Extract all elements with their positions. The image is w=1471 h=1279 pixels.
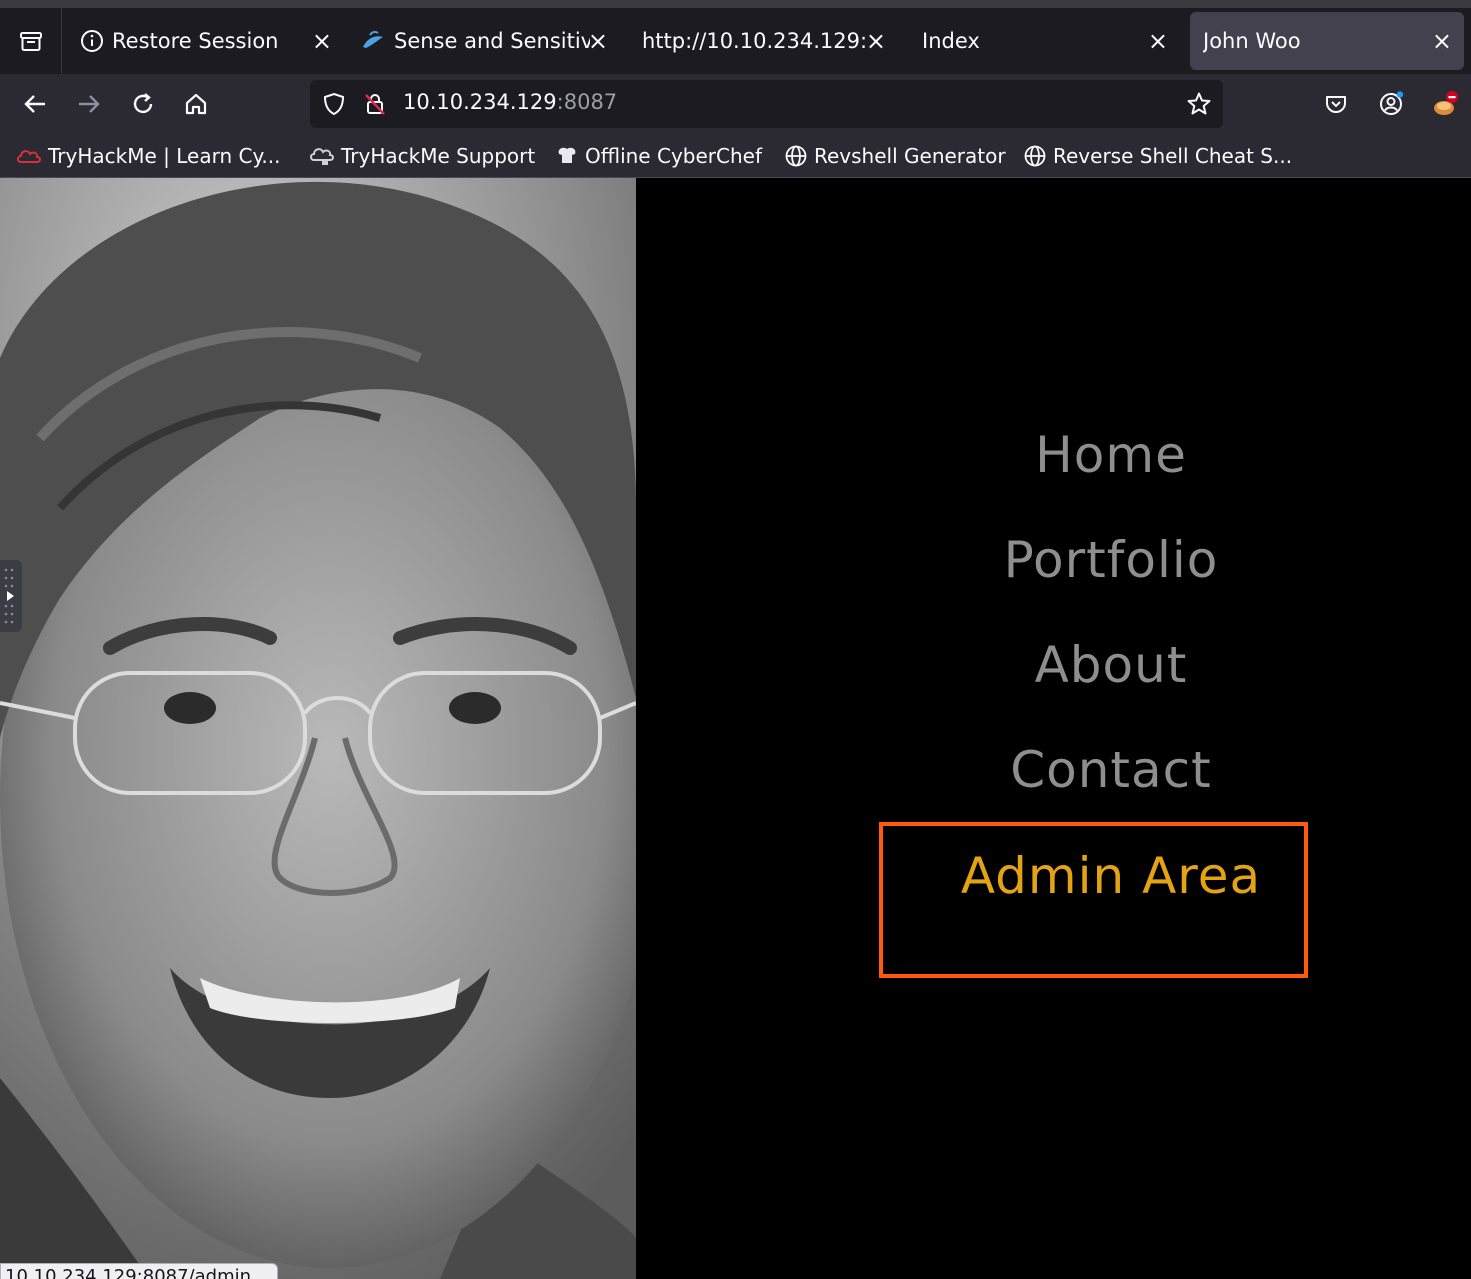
menu-item-portfolio[interactable]: Portfolio [636,531,1471,589]
bookmark-offline-cyberchef[interactable]: Offline CyberChef [555,141,762,171]
url-text[interactable]: 10.10.234.129:8087 [403,90,617,114]
account-button[interactable] [1375,88,1407,120]
menu-item-home[interactable]: Home [636,426,1471,484]
close-tab-icon[interactable]: × [312,29,332,53]
reload-icon [133,93,153,114]
extension-button[interactable] [1430,88,1462,120]
bookmark-label: TryHackMe Support [341,144,536,168]
url-host: 10.10.234.129 [403,90,557,114]
forward-button[interactable] [73,88,105,120]
tab-title: Index [922,29,980,53]
site-security-button[interactable] [359,88,391,120]
navigation-menu: Home Portfolio About Contact Admin Area [636,178,1471,1279]
close-tab-icon[interactable]: × [1432,29,1452,53]
reload-button[interactable] [127,88,159,120]
link-status-bar: 10.10.234.129:8087/admin [0,1263,278,1279]
bookmark-label: Revshell Generator [814,144,1006,168]
annotation-highlight-box [879,822,1308,978]
bookmark-revshell-generator[interactable]: Revshell Generator [784,141,1006,171]
pocket-button[interactable] [1320,88,1352,120]
site-favicon-icon [363,30,383,48]
close-tab-icon[interactable]: × [866,29,886,53]
support-icon [310,148,334,165]
arrow-right-icon [79,95,100,113]
bookmark-reverse-shell-cheat-sheet[interactable]: Reverse Shell Cheat S... [1023,141,1292,171]
tab-restore-session[interactable]: Restore Session × [72,12,344,70]
triangle-right-icon [4,568,14,624]
portrait-photo [0,178,636,1279]
tab-title: Sense and Sensitivit [394,29,590,53]
bookmark-tryhackme[interactable]: TryHackMe | Learn Cy... [16,141,281,171]
globe-icon [785,145,807,167]
bookmark-label: Reverse Shell Cheat S... [1053,144,1293,168]
bookmark-label: TryHackMe | Learn Cy... [48,144,281,168]
status-url: 10.10.234.129:8087/admin [5,1266,252,1279]
extension-icon [1434,91,1458,115]
tryhackme-icon [17,150,41,163]
shield-icon [323,92,345,116]
sidebar-toggle-handle[interactable] [0,560,22,632]
bookmark-tryhackme-support[interactable]: TryHackMe Support [309,141,535,171]
account-icon [1380,91,1404,115]
bookmark-label: Offline CyberChef [585,144,762,168]
back-button[interactable] [19,88,51,120]
tab-title: http://10.10.234.129:8 [642,29,866,53]
insecure-lock-icon [365,94,385,115]
tab-url[interactable]: http://10.10.234.129:8 × [630,12,898,70]
menu-item-about[interactable]: About [636,636,1471,694]
cyberchef-icon [558,147,576,163]
home-icon [185,93,207,115]
arrow-left-icon [24,95,45,113]
globe-icon [1024,145,1046,167]
tab-title: Restore Session [112,29,279,53]
menu-item-contact[interactable]: Contact [636,741,1471,799]
pocket-icon [1326,96,1346,113]
star-icon [1187,92,1211,115]
tab-title: John Woo [1203,29,1301,53]
tab-index[interactable]: Index × [908,12,1180,70]
home-button[interactable] [180,88,212,120]
list-all-tabs-button[interactable] [0,8,62,74]
close-tab-icon[interactable]: × [588,29,608,53]
url-port: :8087 [556,90,618,114]
window-top-edge [0,0,1471,8]
tab-sense-and-sensitivity[interactable]: Sense and Sensitivit × [352,12,620,70]
tracking-protection-button[interactable] [318,88,350,120]
tabs-overview-icon [19,32,42,51]
close-tab-icon[interactable]: × [1148,29,1168,53]
bookmark-page-button[interactable] [1183,88,1215,120]
info-icon [81,30,103,52]
tab-john-woo[interactable]: John Woo × [1190,12,1464,70]
